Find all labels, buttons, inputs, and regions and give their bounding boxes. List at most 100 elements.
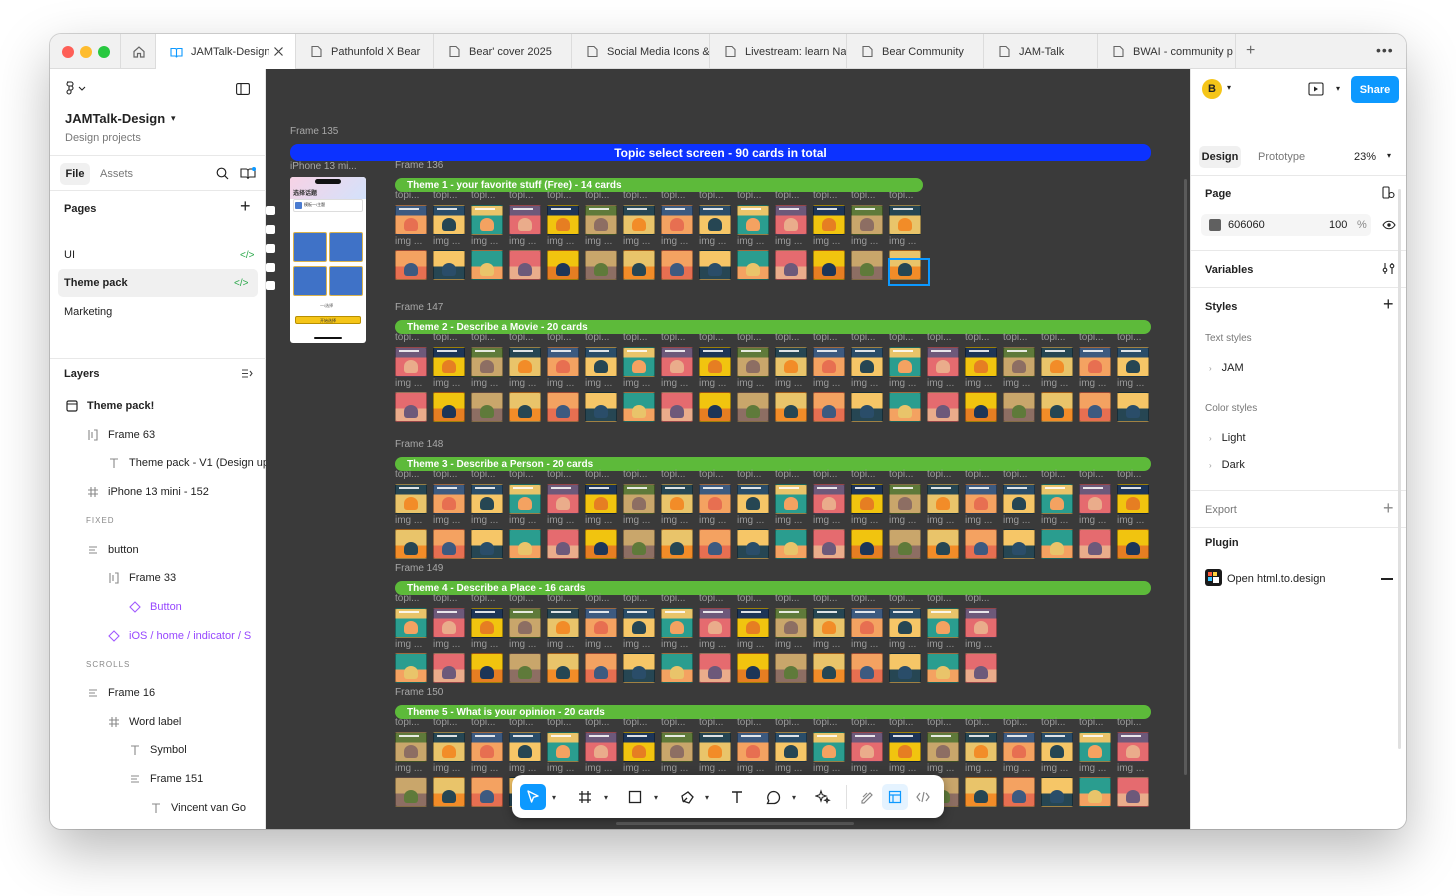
image-card[interactable]: [813, 392, 845, 422]
image-card[interactable]: [1003, 777, 1035, 807]
topic-card[interactable]: [699, 608, 731, 638]
image-card[interactable]: [471, 250, 503, 280]
page-item[interactable]: UI </>: [50, 241, 266, 269]
chevron-down-icon[interactable]: ▾: [792, 793, 796, 802]
image-card[interactable]: [585, 392, 617, 422]
image-card[interactable]: [623, 392, 655, 422]
image-card[interactable]: [1041, 392, 1073, 422]
theme-frame-label[interactable]: Frame 147: [395, 302, 443, 313]
image-card[interactable]: [623, 653, 655, 683]
topic-card[interactable]: [547, 205, 579, 235]
topic-card[interactable]: [889, 484, 921, 514]
export-label[interactable]: Export: [1205, 504, 1237, 516]
tab-7[interactable]: BWAI - community p: [1098, 34, 1236, 69]
topic-card[interactable]: [623, 484, 655, 514]
image-card[interactable]: [661, 392, 693, 422]
topic-card[interactable]: [699, 347, 731, 377]
topic-card[interactable]: [547, 484, 579, 514]
image-card[interactable]: [965, 777, 997, 807]
topic-card[interactable]: [1003, 732, 1035, 762]
topic-card[interactable]: [1003, 347, 1035, 377]
topic-card[interactable]: [1079, 347, 1111, 377]
topic-card[interactable]: [433, 347, 465, 377]
tab-6[interactable]: JAM-Talk: [984, 34, 1098, 69]
topic-card[interactable]: [395, 205, 427, 235]
topic-card[interactable]: [471, 732, 503, 762]
layer-item[interactable]: Vincent van Go: [50, 794, 266, 822]
eye-icon[interactable]: [1382, 220, 1396, 230]
layer-item[interactable]: iOS / home / indicator / S: [50, 622, 266, 650]
topic-card[interactable]: [965, 347, 997, 377]
tab-prototype[interactable]: Prototype: [1258, 151, 1305, 163]
topic-card[interactable]: [661, 205, 693, 235]
image-card[interactable]: [775, 529, 807, 559]
add-export-icon[interactable]: +: [1383, 498, 1394, 519]
topic-card[interactable]: [661, 347, 693, 377]
image-card[interactable]: [813, 250, 845, 280]
image-card[interactable]: [547, 529, 579, 559]
plugin-item[interactable]: Open html.to.design: [1227, 573, 1325, 585]
image-card[interactable]: [813, 653, 845, 683]
tab-1[interactable]: Pathunfold X Bear: [296, 34, 434, 69]
topic-card[interactable]: [851, 732, 883, 762]
image-card[interactable]: [1117, 392, 1149, 422]
image-card[interactable]: [851, 529, 883, 559]
page-item[interactable]: Marketing: [50, 298, 266, 326]
actions-tool[interactable]: [810, 784, 836, 810]
topic-card[interactable]: [737, 347, 769, 377]
image-card[interactable]: [737, 653, 769, 683]
topic-card[interactable]: [813, 608, 845, 638]
image-card[interactable]: [927, 653, 959, 683]
image-card[interactable]: [889, 392, 921, 422]
topic-card[interactable]: [927, 732, 959, 762]
image-card[interactable]: [889, 653, 921, 683]
topic-card[interactable]: [775, 484, 807, 514]
image-card[interactable]: [775, 653, 807, 683]
image-card[interactable]: [1041, 777, 1073, 807]
topic-card[interactable]: [433, 484, 465, 514]
topic-select-bar[interactable]: Topic select screen - 90 cards in total: [290, 144, 1151, 161]
image-card[interactable]: [661, 250, 693, 280]
topic-card[interactable]: [1117, 347, 1149, 377]
search-icon[interactable]: [216, 167, 229, 180]
topic-card[interactable]: [585, 205, 617, 235]
image-card[interactable]: [661, 653, 693, 683]
figma-menu-icon[interactable]: [65, 81, 87, 95]
image-card[interactable]: [1003, 529, 1035, 559]
layer-item[interactable]: Button: [50, 593, 266, 621]
image-card[interactable]: [1079, 392, 1111, 422]
dev-mode-icon[interactable]: [910, 784, 936, 810]
layer-item[interactable]: 梵高: [50, 823, 266, 830]
topic-card[interactable]: [1041, 732, 1073, 762]
image-card[interactable]: [585, 653, 617, 683]
image-card[interactable]: [509, 392, 541, 422]
topic-card[interactable]: [1117, 484, 1149, 514]
topic-card[interactable]: [547, 347, 579, 377]
topic-card[interactable]: [699, 732, 731, 762]
layer-item[interactable]: Frame 16: [50, 679, 266, 707]
comment-tool[interactable]: [760, 784, 786, 810]
topic-card[interactable]: [813, 732, 845, 762]
project-title[interactable]: JAMTalk-Design: [65, 111, 165, 126]
theme-frame-label[interactable]: Frame 149: [395, 563, 443, 574]
topic-card[interactable]: [699, 484, 731, 514]
image-card[interactable]: [395, 250, 427, 280]
topic-card[interactable]: [699, 205, 731, 235]
topic-card[interactable]: [661, 732, 693, 762]
topic-card[interactable]: [813, 484, 845, 514]
topic-card[interactable]: [471, 205, 503, 235]
color-style-item[interactable]: › Light: [1209, 432, 1246, 444]
layer-item[interactable]: iPhone 13 mini - 152: [50, 478, 266, 506]
topic-card[interactable]: [927, 347, 959, 377]
tab-3[interactable]: Social Media Icons &: [572, 34, 710, 69]
minimize-window-button[interactable]: [80, 46, 92, 58]
topic-card[interactable]: [433, 205, 465, 235]
variables-header[interactable]: Variables: [1205, 264, 1253, 276]
topic-card[interactable]: [395, 484, 427, 514]
chevron-down-icon[interactable]: ▾: [552, 793, 556, 802]
topic-card[interactable]: [851, 347, 883, 377]
topic-card[interactable]: [509, 205, 541, 235]
image-card[interactable]: [737, 529, 769, 559]
image-card[interactable]: [433, 250, 465, 280]
image-card[interactable]: [889, 529, 921, 559]
